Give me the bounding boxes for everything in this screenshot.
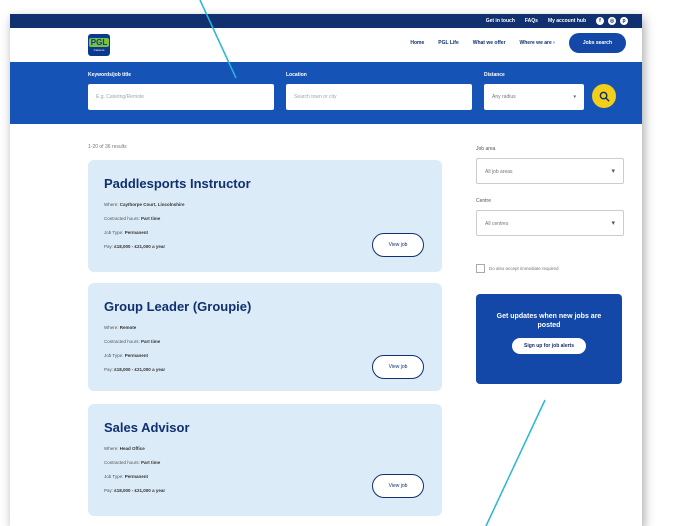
job-card[interactable]: Group Leader (Groupie) Where: Remote Con… (88, 283, 442, 391)
job-type: Job Type: Permanent (104, 353, 148, 358)
job-type: Job Type: Permanent (104, 230, 148, 235)
location-input[interactable]: Search town or city (286, 84, 472, 110)
keywords-input[interactable]: E.g. Catering/Remote (88, 84, 274, 110)
utility-bar: Get in touch FAQs My account hub f ◎ p (10, 14, 642, 28)
distance-value: Any radius (492, 94, 516, 100)
immediate-checkbox-row[interactable]: Do also accept immediate required (476, 264, 559, 273)
job-where: Where: Caythorpe Court, Lincolnshire (104, 202, 185, 207)
facebook-icon[interactable]: f (596, 17, 604, 25)
job-pay: Pay: £18,000 - £21,000 a year (104, 244, 166, 249)
job-pay: Pay: £18,000 - £21,000 a year (104, 367, 166, 372)
job-type: Job Type: Permanent (104, 474, 148, 479)
checkbox-label: Do also accept immediate required (489, 266, 559, 271)
keywords-label: Keywords/job title (88, 72, 132, 78)
job-alerts-promo: Get updates when new jobs are posted Sig… (476, 294, 622, 384)
results-count: 1-20 of 36 results (88, 144, 127, 150)
search-icon (599, 91, 610, 102)
social-links: f ◎ p (596, 17, 628, 25)
nav-pgl-life[interactable]: PGL Life (438, 40, 458, 46)
nav-where-we-are[interactable]: Where we are › (520, 40, 555, 46)
view-job-button[interactable]: View job (372, 233, 424, 257)
nav-home[interactable]: Home (410, 40, 424, 46)
job-area-filter: Job area All job areas (476, 146, 624, 185)
distance-label: Distance (484, 72, 505, 78)
job-where: Where: Remote (104, 325, 137, 330)
job-title[interactable]: Group Leader (Groupie) (104, 299, 251, 314)
job-search-bar: Keywords/job title E.g. Catering/Remote … (10, 62, 642, 124)
main-nav: Home PGL Life What we offer Where we are… (410, 33, 626, 53)
nav-what-we-offer[interactable]: What we offer (473, 40, 506, 46)
job-hours: Contracted hours: Part time (104, 460, 161, 465)
distance-select[interactable]: Any radius ▾ (484, 84, 584, 110)
checkbox[interactable] (476, 264, 485, 273)
promo-text: Get updates when new jobs are posted (496, 313, 602, 329)
job-title[interactable]: Sales Advisor (104, 420, 190, 435)
logo-text: PGL (88, 38, 110, 47)
job-hours: Contracted hours: Part time (104, 216, 161, 221)
job-card[interactable]: Sales Advisor Where: Head Office Contrac… (88, 404, 442, 516)
job-search-button[interactable]: Jobs search (568, 33, 626, 53)
chevron-down-icon: ▾ (573, 94, 576, 100)
search-button[interactable] (592, 84, 616, 108)
job-area-label: Job area (476, 146, 496, 152)
centre-label: Centre (476, 198, 492, 204)
centre-filter: Centre All centres (476, 198, 624, 237)
site-header: PGL Careers Home PGL Life What we offer … (10, 28, 642, 62)
logo-subtitle: Careers (93, 48, 105, 52)
job-area-select[interactable]: All job areas (476, 158, 624, 185)
faqs-link[interactable]: FAQs (525, 18, 538, 24)
instagram-icon[interactable]: ◎ (608, 17, 616, 25)
my-account-link[interactable]: My account hub (548, 18, 586, 24)
view-job-button[interactable]: View job (372, 355, 424, 379)
job-title[interactable]: Paddlesports Instructor (104, 176, 251, 191)
job-card[interactable]: Paddlesports Instructor Where: Caythorpe… (88, 160, 442, 272)
sign-up-job-alerts-button[interactable]: Sign up for job alerts (511, 338, 586, 354)
get-in-touch-link[interactable]: Get in touch (486, 18, 515, 24)
view-job-button[interactable]: View job (372, 474, 424, 498)
browser-frame: Get in touch FAQs My account hub f ◎ p P… (10, 14, 642, 526)
pinterest-icon[interactable]: p (620, 17, 628, 25)
location-label: Location (286, 72, 307, 78)
job-where: Where: Head Office (104, 446, 145, 451)
job-hours: Contracted hours: Part time (104, 339, 161, 344)
pgl-logo[interactable]: PGL Careers (88, 34, 110, 56)
centre-select[interactable]: All centres (476, 210, 624, 237)
job-pay: Pay: £18,000 - £21,000 a year (104, 488, 166, 493)
